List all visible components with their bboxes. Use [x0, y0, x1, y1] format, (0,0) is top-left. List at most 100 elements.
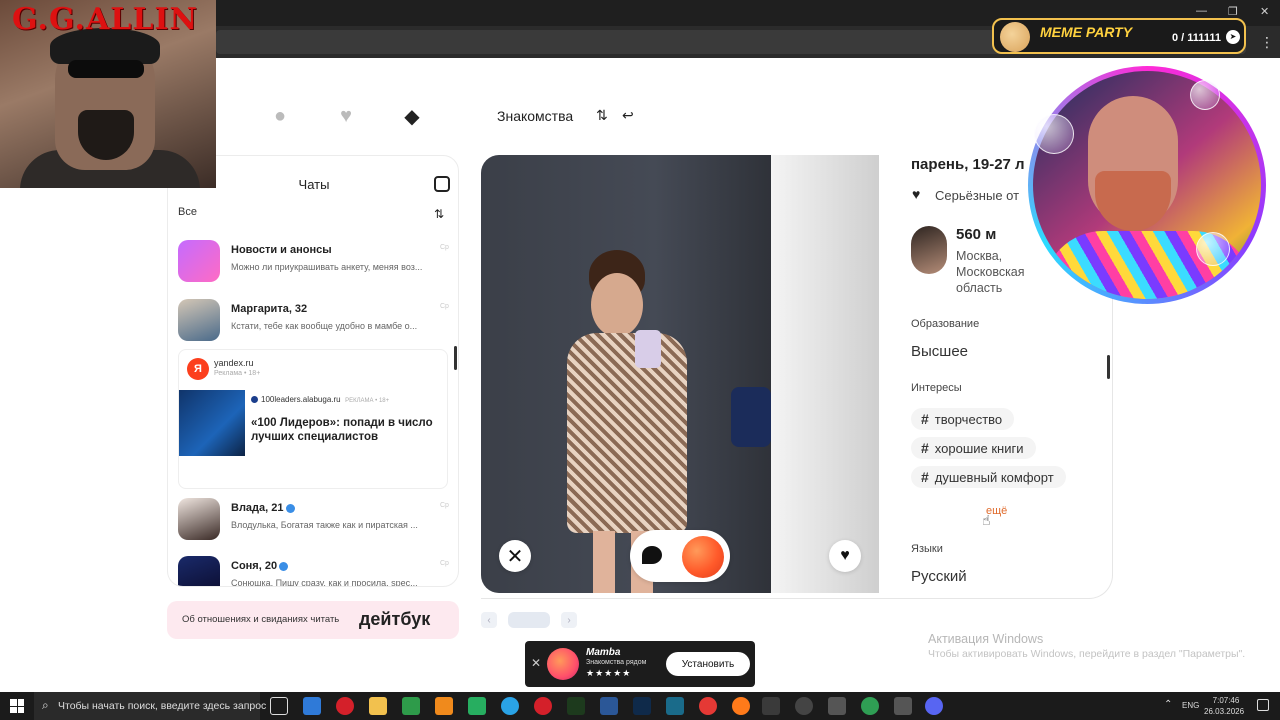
opera-icon[interactable]	[336, 697, 354, 715]
education-label: Образование	[911, 318, 980, 330]
mamba-logo	[547, 648, 579, 680]
word-icon[interactable]	[600, 697, 618, 715]
chat-time: Ср	[440, 303, 449, 310]
explorer-icon[interactable]	[369, 697, 387, 715]
clock-time: 7:07:46	[1212, 696, 1240, 705]
task-view-icon[interactable]	[270, 697, 288, 715]
app-icon[interactable]	[303, 697, 321, 715]
chat-message: Можно ли приукрашивать анкету, меняя воз…	[231, 262, 423, 272]
opera-gx-icon[interactable]	[534, 697, 552, 715]
ad-title[interactable]: «100 Лидеров»: попади в число лучших спе…	[251, 416, 441, 444]
start-button[interactable]	[10, 699, 24, 713]
chat-message: Влодулька, Богатая также как и пиратская…	[231, 520, 418, 530]
verified-icon	[279, 561, 289, 571]
close-icon[interactable]: ✕	[531, 656, 541, 670]
profile-photo[interactable]	[481, 155, 879, 593]
dislike-button[interactable]: ✕	[499, 540, 531, 572]
search-placeholder: Чтобы начать поиск, введите здесь запрос	[58, 700, 267, 712]
filter-icon[interactable]: ⇅	[596, 107, 608, 124]
interest-tag: # хорошие книги	[911, 437, 1036, 459]
chevron-up-icon[interactable]: ⌃	[1164, 699, 1172, 710]
like-button[interactable]: ♥	[829, 540, 861, 572]
prev-arrow-icon[interactable]: ‹	[481, 612, 497, 628]
cards-icon[interactable]: ◆	[400, 104, 424, 128]
firefox-icon[interactable]	[732, 697, 750, 715]
browser-menu-icon[interactable]: ⋮	[1260, 34, 1274, 51]
doge-icon	[1000, 22, 1030, 52]
source-icon	[251, 396, 258, 404]
yandex-icon[interactable]	[699, 697, 717, 715]
chat-time: Ср	[440, 244, 449, 251]
dateboook-banner[interactable]: Об отношениях и свиданиях читать дейтбук	[167, 601, 459, 639]
chats-filter-all[interactable]: Все	[178, 206, 197, 218]
sort-icon[interactable]: ⇅	[434, 207, 444, 221]
profile-title: парень, 19-27 л	[911, 156, 1025, 173]
chat-time: Ср	[440, 502, 449, 509]
education-value: Высшее	[911, 343, 969, 360]
bubble-decoration	[1196, 232, 1230, 266]
webcam-overlay-right	[1028, 66, 1266, 304]
meme-count: 0 / 111111	[1172, 32, 1221, 44]
app-icon[interactable]	[567, 697, 585, 715]
chat-name: Влада, 21	[231, 502, 295, 514]
compose-icon[interactable]	[434, 176, 450, 192]
app-icon[interactable]	[828, 697, 846, 715]
page-title: Знакомства	[497, 108, 574, 124]
chat-row[interactable]: Соня, 20 Сонюшка, Пишу сразу, как и прос…	[178, 554, 450, 586]
pager-indicator	[508, 612, 550, 628]
undo-icon[interactable]: ↩	[622, 107, 634, 124]
chat-name: Маргарита, 32	[231, 303, 308, 315]
discord-icon[interactable]	[925, 697, 943, 715]
interest-tag: # творчество	[911, 408, 1015, 430]
superlike-button[interactable]	[682, 536, 724, 578]
telegram-icon[interactable]	[501, 697, 519, 715]
scrollbar[interactable]	[454, 346, 457, 370]
heart-icon: ♥	[912, 186, 921, 202]
app-icon[interactable]	[894, 697, 912, 715]
vlc-icon[interactable]	[435, 697, 453, 715]
mamba-subtitle: Знакомства рядом	[586, 659, 647, 666]
photoshop-icon[interactable]	[633, 697, 651, 715]
interests-label: Интересы	[911, 382, 962, 394]
avatar	[178, 556, 220, 586]
taskbar-search[interactable]: ⌕ Чтобы начать поиск, введите здесь запр…	[34, 692, 266, 720]
minimize-icon[interactable]: —	[1196, 5, 1207, 17]
avatar	[178, 240, 220, 282]
notification-icon[interactable]	[1257, 699, 1269, 711]
app-icon[interactable]	[666, 697, 684, 715]
yandex-logo: Я	[187, 358, 209, 380]
distance: 560 м	[956, 226, 997, 243]
install-button[interactable]: Установить	[666, 652, 750, 676]
mamba-ad[interactable]: ✕ Mamba Знакомства рядом ★★★★★ Установит…	[525, 641, 755, 687]
ad-block[interactable]: Я yandex.ru Реклама • 18+ 100leaders.ala…	[178, 349, 448, 489]
app-icon[interactable]	[402, 697, 420, 715]
chat-time: Ср	[440, 560, 449, 567]
bubble-decoration	[1034, 114, 1074, 154]
hand-cursor-icon: ☝	[982, 512, 991, 528]
chat-row[interactable]: Маргарита, 32 Кстати, тебе как вообще уд…	[178, 297, 450, 347]
language-indicator[interactable]: ENG	[1182, 701, 1199, 710]
hearts-icon[interactable]: ♥	[334, 104, 358, 128]
chat-row[interactable]: Новости и анонсы Можно ли приукрашивать …	[178, 238, 450, 288]
chrome-icon[interactable]	[762, 697, 780, 715]
close-window-icon[interactable]: ✕	[1260, 5, 1269, 18]
activation-watermark-subtitle: Чтобы активировать Windows, перейдите в …	[928, 648, 1246, 660]
taskbar: ⌕ Чтобы начать поиск, введите здесь запр…	[0, 692, 1280, 720]
maximize-icon[interactable]: ❐	[1228, 5, 1238, 18]
hash-icon: #	[921, 469, 929, 485]
rating-stars: ★★★★★	[586, 668, 632, 678]
scrollbar[interactable]	[1107, 355, 1110, 379]
ad-image	[179, 390, 245, 456]
banner-logo: дейтбук	[359, 609, 431, 629]
chat-row[interactable]: Влада, 21 Влодулька, Богатая также как и…	[178, 496, 450, 546]
next-arrow-icon[interactable]: ›	[561, 612, 577, 628]
interest-tag: # душевный комфорт	[911, 466, 1066, 488]
app-icon[interactable]	[795, 697, 813, 715]
chrome-icon[interactable]	[861, 697, 879, 715]
clock-date: 26.03.2026	[1204, 707, 1245, 716]
languages-value: Русский	[911, 568, 967, 585]
app-icon[interactable]	[468, 697, 486, 715]
message-button[interactable]	[642, 546, 662, 564]
search-icon[interactable]: ●	[268, 104, 292, 128]
chat-name: Новости и анонсы	[231, 244, 332, 256]
